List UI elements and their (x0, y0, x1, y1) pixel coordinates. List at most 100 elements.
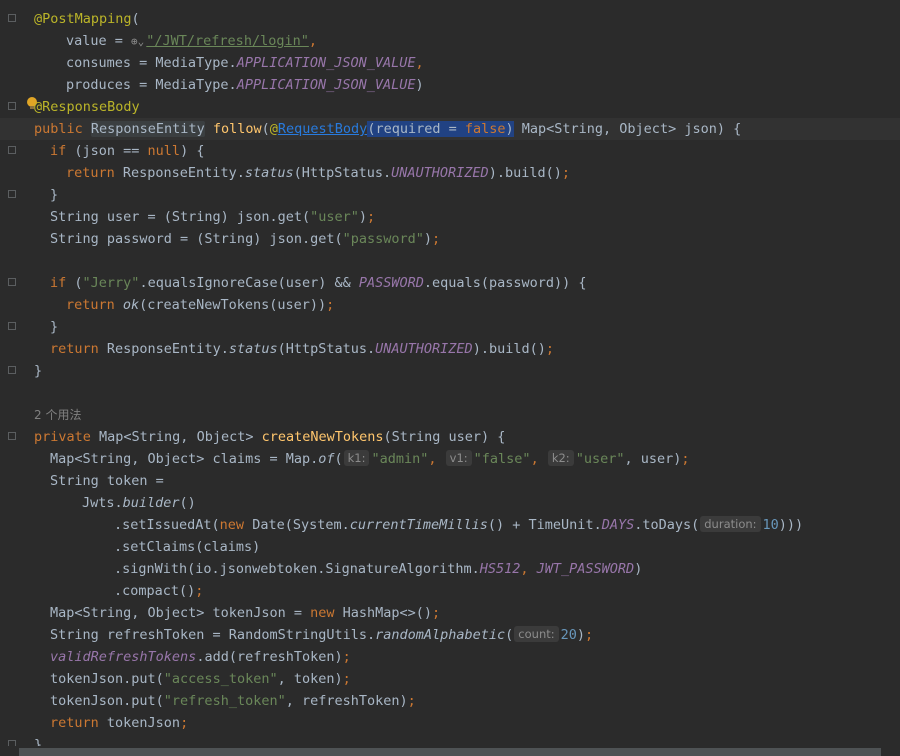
code-line[interactable]: Map<String, Object> tokenJson = new Hash… (0, 602, 900, 624)
string-token: "user" (575, 451, 625, 467)
string-token: "user" (310, 209, 359, 225)
code-line[interactable]: value = ⊕⌄ "/JWT/refresh/login", (0, 30, 900, 52)
code-line[interactable]: return ResponseEntity.status(HttpStatus.… (0, 338, 900, 360)
code-token: ) (634, 561, 643, 577)
code-line[interactable]: } (0, 316, 900, 338)
code-token: (createNewTokens(user)) (139, 297, 327, 313)
code-token: consumes = MediaType. (66, 55, 237, 71)
code-line[interactable]: String token = (0, 470, 900, 492)
horizontal-scrollbar[interactable] (19, 748, 881, 756)
static-method-token: currentTimeMillis (349, 517, 488, 533)
static-method-token: status (228, 341, 278, 357)
code-token: (HttpStatus. (293, 165, 392, 181)
code-token: } (34, 363, 43, 379)
code-line[interactable]: tokenJson.put("refresh_token", refreshTo… (0, 690, 900, 712)
code-token: ).build() (488, 165, 562, 181)
string-token: "Jerry" (82, 275, 140, 291)
code-line[interactable]: private Map<String, Object> createNewTok… (0, 426, 900, 448)
code-token: ; (195, 583, 204, 599)
type-token[interactable]: ResponseEntity (90, 121, 205, 137)
code-line[interactable]: } (0, 360, 900, 382)
code-line[interactable]: String user = (String) json.get("user"); (0, 206, 900, 228)
constant-token: APPLICATION_JSON_VALUE (236, 77, 416, 93)
code-token: .compact() (114, 583, 196, 599)
keyword-token: return (66, 165, 123, 181)
code-token: ) (415, 77, 424, 93)
parameter-hint: duration: (700, 516, 761, 532)
code-token: ; (432, 605, 441, 621)
code-line[interactable]: Map<String, Object> claims = Map.of(k1: "… (0, 448, 900, 470)
code-token: ) (423, 231, 433, 247)
code-line[interactable]: consumes = MediaType.APPLICATION_JSON_VA… (0, 52, 900, 74)
code-token: ( (74, 275, 83, 291)
code-token: , (530, 451, 547, 467)
code-token: HashMap<>() (342, 605, 433, 621)
string-token: "admin" (371, 451, 429, 467)
static-method-token: of (318, 451, 335, 467)
code-token: ( (131, 11, 140, 27)
code-token: produces = MediaType. (66, 77, 237, 93)
code-line[interactable]: .setIssuedAt(new Date(System.currentTime… (0, 514, 900, 536)
keyword-token: if (50, 143, 75, 159)
code-token: Date(System. (252, 517, 350, 533)
code-line[interactable]: String password = (String) json.get("pas… (0, 228, 900, 250)
code-line[interactable]: if ("Jerry".equalsIgnoreCase(user) && PA… (0, 272, 900, 294)
code-token: ResponseEntity. (106, 341, 229, 357)
code-token: , token) (277, 671, 343, 687)
code-line[interactable]: .signWith(io.jsonwebtoken.SignatureAlgor… (0, 558, 900, 580)
usages-hint-line[interactable]: 2 个用法 (0, 404, 900, 426)
code-token: .signWith(io.jsonwebtoken.SignatureAlgor… (114, 561, 480, 577)
code-token: } (50, 319, 59, 335)
code-line[interactable]: if (json == null) { (0, 140, 900, 162)
code-line[interactable]: return tokenJson; (0, 712, 900, 734)
constant-token: UNAUTHORIZED (391, 165, 489, 181)
keyword-token: return (50, 341, 107, 357)
code-token: String token = (50, 473, 164, 489)
code-token: ResponseEntity. (122, 165, 245, 181)
code-line[interactable]: @ResponseBody (0, 96, 900, 118)
code-line[interactable]: Jwts.builder() (0, 492, 900, 514)
code-token: .setIssuedAt( (114, 517, 220, 533)
code-line[interactable]: @PostMapping( (0, 8, 900, 30)
code-line-current[interactable]: public ResponseEntity follow(@RequestBod… (0, 118, 900, 140)
code-token: , (520, 561, 537, 577)
code-token: ).build() (472, 341, 546, 357)
code-token: Map<String, Object> tokenJson = (50, 605, 311, 621)
annotation-token: @PostMapping (34, 11, 132, 27)
code-token: , (415, 55, 424, 71)
url-string-token[interactable]: "/JWT/refresh/login" (146, 33, 309, 49)
number-token: 10 (762, 517, 779, 533)
code-line[interactable]: produces = MediaType.APPLICATION_JSON_VA… (0, 74, 900, 96)
code-token: ; (545, 341, 554, 357)
code-line[interactable]: return ResponseEntity.status(HttpStatus.… (0, 162, 900, 184)
method-name-token: createNewTokens (261, 429, 384, 445)
code-line[interactable]: return ok(createNewTokens(user)); (0, 294, 900, 316)
code-editor[interactable]: @PostMapping( value = ⊕⌄ "/JWT/refresh/lo… (0, 0, 900, 756)
string-token: "access_token" (163, 671, 278, 687)
code-token: Jwts. (82, 495, 123, 511)
code-token: (HttpStatus. (277, 341, 376, 357)
code-line[interactable]: String refreshToken = RandomStringUtils.… (0, 624, 900, 646)
number-token: 20 (560, 627, 577, 643)
code-token: .equalsIgnoreCase(user) && (139, 275, 359, 291)
code-line[interactable]: } (0, 184, 900, 206)
code-token: ; (585, 627, 594, 643)
keyword-token: new (310, 605, 343, 621)
code-token: } (50, 187, 59, 203)
code-token: tokenJson.put( (50, 671, 164, 687)
code-token: ) (576, 627, 586, 643)
code-token: ))) (778, 517, 804, 533)
parameter-hint: k2: (547, 450, 574, 466)
code-line[interactable]: validRefreshTokens.add(refreshToken); (0, 646, 900, 668)
code-token: String password = (String) json.get( (50, 231, 343, 247)
code-line[interactable]: .setClaims(claims) (0, 536, 900, 558)
usages-hint[interactable]: 2 个用法 (34, 408, 81, 422)
globe-icon[interactable]: ⊕⌄ (131, 31, 144, 53)
static-method-token: builder (122, 495, 180, 511)
code-line[interactable]: tokenJson.put("access_token", token); (0, 668, 900, 690)
code-line[interactable]: .compact(); (0, 580, 900, 602)
constant-token: HS512 (479, 561, 521, 577)
constant-token: APPLICATION_JSON_VALUE (236, 55, 416, 71)
field-token: validRefreshTokens (50, 649, 197, 665)
annotation-link-token[interactable]: RequestBody (278, 121, 367, 137)
